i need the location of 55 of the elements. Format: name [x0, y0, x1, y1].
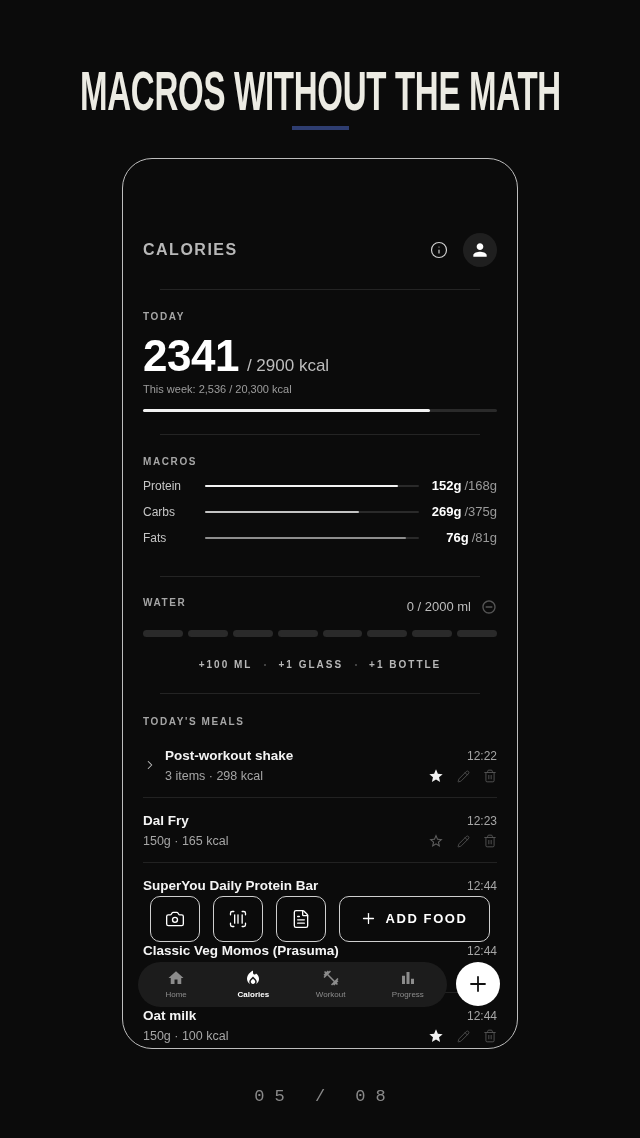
meal-name[interactable]: Dal Fry [143, 812, 189, 830]
calories-eaten: 2341 [143, 334, 239, 378]
meal-detail: 150g · 165 kcal [143, 833, 229, 849]
nav-tab[interactable]: Home [137, 961, 215, 1007]
macro-goal: /81g [471, 530, 497, 546]
barcode-button[interactable] [212, 895, 263, 942]
nav-tab[interactable]: Workout [292, 961, 370, 1007]
nav-tab[interactable]: Calories [214, 961, 292, 1007]
meal-time: 12:44 [466, 1008, 497, 1025]
document-button[interactable] [275, 895, 326, 942]
meal-time: 12:44 [466, 878, 497, 895]
macro-amount: 152g [431, 478, 462, 494]
section-label: MACROS [143, 456, 198, 468]
macro-goal: /168g [464, 478, 497, 494]
add-water-button[interactable]: +100 ML [198, 658, 253, 672]
star-icon[interactable] [428, 768, 444, 784]
section-label: TODAY [143, 311, 185, 323]
meal-name[interactable]: Post-workout shake [165, 747, 294, 765]
avatar-button[interactable] [463, 233, 497, 267]
calorie-goal: / 2900 kcal [246, 356, 330, 376]
trash-icon[interactable] [483, 769, 497, 783]
screen-title: CALORIES [143, 240, 238, 260]
section-label: WATER [143, 597, 187, 609]
weekly-summary: This week: 2,536 / 20,300 kcal [143, 382, 292, 396]
trash-icon[interactable] [483, 1029, 497, 1043]
info-icon[interactable] [430, 241, 448, 259]
barcode-icon [227, 908, 248, 929]
add-water-button[interactable]: +1 GLASS [278, 658, 344, 672]
nav-tab[interactable]: Progress [369, 961, 447, 1007]
meal-time: 12:44 [466, 943, 497, 960]
macro-name: Fats [143, 530, 167, 546]
macro-name: Carbs [143, 504, 175, 520]
meal-detail: 3 items · 298 kcal [165, 768, 263, 784]
meal-name[interactable]: Classic Veg Momos (Prasuma) [143, 942, 339, 960]
macro-goal: /375g [464, 504, 497, 520]
page-headline: MACROS WITHOUT THE MATH [79, 63, 561, 119]
meal-detail: 150g · 100 kcal [143, 1028, 229, 1044]
meal-name[interactable]: Oat milk [143, 1007, 197, 1025]
macro-name: Protein [143, 478, 182, 494]
macro-amount: 76g [446, 530, 469, 546]
meal-time: 12:22 [466, 748, 497, 765]
add-food-button[interactable]: ADD FOOD [338, 895, 490, 942]
trash-icon[interactable] [483, 834, 497, 848]
meal-time: 12:23 [466, 813, 497, 830]
page-indicator: 05 / 08 [253, 1087, 396, 1107]
macro-amount: 269g [431, 504, 462, 520]
headline-underline [291, 126, 349, 130]
add-water-button[interactable]: +1 BOTTLE [369, 658, 442, 672]
camera-button[interactable] [149, 895, 200, 942]
dumbbell-icon [321, 968, 340, 987]
star-icon[interactable] [428, 1028, 444, 1044]
star-outline-icon[interactable] [428, 833, 444, 849]
meal-name[interactable]: SuperYou Daily Protein Bar [143, 877, 319, 895]
section-label: TODAY'S MEALS [143, 716, 245, 728]
water-reading: 0 / 2000 ml [406, 599, 471, 615]
